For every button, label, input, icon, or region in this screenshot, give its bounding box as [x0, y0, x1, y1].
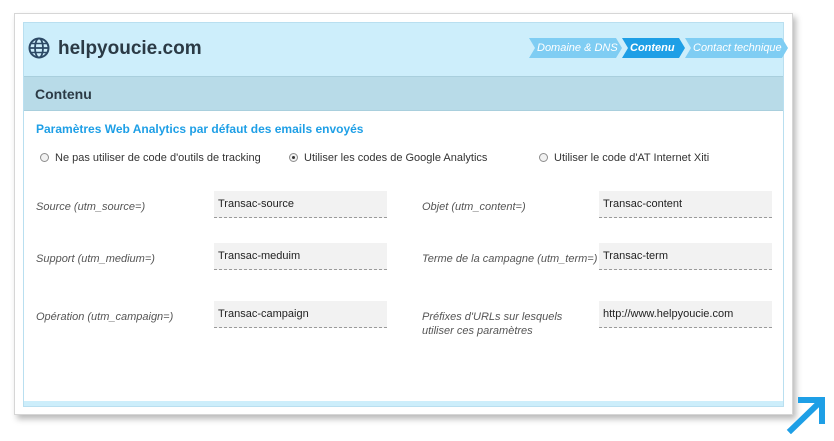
globe-icon: [28, 37, 50, 59]
medium-input[interactable]: Transac-meduim: [214, 243, 387, 270]
radio-button[interactable]: [539, 153, 548, 162]
step-domaine-dns[interactable]: Domaine & DNS: [529, 38, 622, 58]
expand-arrow-icon[interactable]: [786, 394, 830, 434]
medium-label: Support (utm_medium=): [36, 253, 155, 265]
url-prefix-input[interactable]: http://www.helpyoucie.com: [599, 301, 772, 328]
radio-button-checked[interactable]: [289, 153, 298, 162]
content-area: Paramètres Web Analytics par défaut des …: [24, 111, 783, 401]
step-contenu[interactable]: Contenu: [622, 38, 685, 58]
source-label: Source (utm_source=): [36, 201, 146, 213]
section-title: Contenu: [35, 86, 92, 102]
term-label: Terme de la campagne (utm_term=): [422, 253, 598, 265]
site-title: helpyoucie.com: [58, 38, 202, 59]
radio-at-internet[interactable]: Utiliser le code d'AT Internet Xiti: [539, 152, 709, 164]
header: helpyoucie.com Domaine & DNS Contenu Con…: [24, 23, 788, 76]
domain-panel: helpyoucie.com Domaine & DNS Contenu Con…: [23, 22, 788, 407]
step-contact-technique[interactable]: Contact technique: [685, 38, 788, 58]
content-input[interactable]: Transac-content: [599, 191, 772, 218]
radio-label: Ne pas utiliser de code d'outils de trac…: [55, 152, 261, 164]
campaign-input[interactable]: Transac-campaign: [214, 301, 387, 328]
source-input[interactable]: Transac-source: [214, 191, 387, 218]
radio-no-tracking[interactable]: Ne pas utiliser de code d'outils de trac…: [40, 152, 261, 164]
url-prefix-label: Préfixes d'URLs sur lesquels utiliser ce…: [422, 311, 563, 337]
term-input[interactable]: Transac-term: [599, 243, 772, 270]
campaign-label: Opération (utm_campaign=): [36, 311, 174, 323]
radio-label: Utiliser les codes de Google Analytics: [304, 152, 488, 164]
analytics-subtitle: Paramètres Web Analytics par défaut des …: [36, 122, 364, 136]
screenshot-frame: helpyoucie.com Domaine & DNS Contenu Con…: [14, 13, 793, 415]
radio-label: Utiliser le code d'AT Internet Xiti: [554, 152, 710, 164]
content-label: Objet (utm_content=): [422, 201, 526, 213]
radio-google-analytics[interactable]: Utiliser les codes de Google Analytics: [289, 152, 487, 164]
radio-button[interactable]: [40, 153, 49, 162]
section-header: Contenu: [24, 76, 783, 111]
